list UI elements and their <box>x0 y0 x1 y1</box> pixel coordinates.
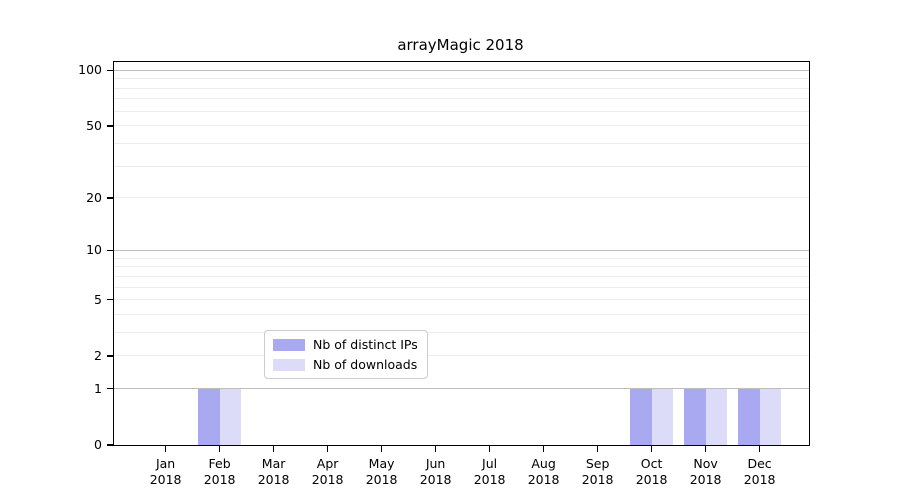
bar-downloads <box>706 389 728 445</box>
major-gridline <box>114 70 809 71</box>
x-tick-label: Dec 2018 <box>728 456 792 488</box>
y-tick-mark <box>107 70 113 72</box>
bar-downloads <box>652 389 674 445</box>
minor-gridline <box>114 111 809 112</box>
y-tick-mark <box>107 444 113 446</box>
minor-gridline <box>114 276 809 277</box>
minor-gridline <box>114 98 809 99</box>
minor-gridline <box>114 258 809 259</box>
y-tick-mark <box>107 125 113 127</box>
y-tick-label: 20 <box>52 191 102 205</box>
x-tick-mark <box>381 445 383 452</box>
minor-gridline <box>114 355 809 356</box>
x-tick-mark <box>165 445 167 452</box>
minor-gridline <box>114 125 809 126</box>
y-tick-label: 50 <box>52 119 102 133</box>
bar-distinct-ips <box>198 389 220 445</box>
x-tick-mark <box>219 445 221 452</box>
y-tick-label: 5 <box>52 293 102 307</box>
y-tick-mark <box>107 355 113 357</box>
legend-label-distinct-ips: Nb of distinct IPs <box>313 337 418 352</box>
y-tick-label: 100 <box>52 63 102 77</box>
bar-distinct-ips <box>630 389 652 445</box>
x-tick-mark <box>435 445 437 452</box>
y-tick-label: 2 <box>52 349 102 363</box>
minor-gridline <box>114 88 809 89</box>
x-tick-mark <box>651 445 653 452</box>
x-tick-mark <box>759 445 761 452</box>
y-tick-mark <box>107 197 113 199</box>
minor-gridline <box>114 78 809 79</box>
x-tick-mark <box>705 445 707 452</box>
y-tick-label: 1 <box>52 382 102 396</box>
x-tick-mark <box>273 445 275 452</box>
minor-gridline <box>114 287 809 288</box>
minor-gridline <box>114 166 809 167</box>
minor-gridline <box>114 314 809 315</box>
legend-swatch-downloads <box>273 359 305 371</box>
y-tick-label: 10 <box>52 243 102 257</box>
bar-distinct-ips <box>738 389 760 445</box>
legend-item-distinct-ips: Nb of distinct IPs <box>273 337 418 352</box>
y-tick-mark <box>107 388 113 390</box>
y-tick-mark <box>107 250 113 252</box>
bar-downloads <box>220 389 242 445</box>
bar-downloads <box>760 389 782 445</box>
x-tick-mark <box>327 445 329 452</box>
x-tick-mark <box>489 445 491 452</box>
minor-gridline <box>114 197 809 198</box>
major-gridline <box>114 250 809 251</box>
x-tick-mark <box>597 445 599 452</box>
figure: arrayMagic 2018 0125102050100Jan 2018Feb… <box>0 0 900 500</box>
y-tick-mark <box>107 299 113 301</box>
bar-distinct-ips <box>684 389 706 445</box>
legend-swatch-distinct-ips <box>273 339 305 351</box>
minor-gridline <box>114 332 809 333</box>
minor-gridline <box>114 299 809 300</box>
minor-gridline <box>114 266 809 267</box>
chart-title: arrayMagic 2018 <box>113 36 808 54</box>
minor-gridline <box>114 143 809 144</box>
plot-area: 0125102050100Jan 2018Feb 2018Mar 2018Apr… <box>113 61 810 446</box>
legend-item-downloads: Nb of downloads <box>273 357 418 372</box>
legend: Nb of distinct IPs Nb of downloads <box>264 330 428 379</box>
y-tick-label: 0 <box>52 438 102 452</box>
x-tick-mark <box>543 445 545 452</box>
legend-label-downloads: Nb of downloads <box>313 357 417 372</box>
